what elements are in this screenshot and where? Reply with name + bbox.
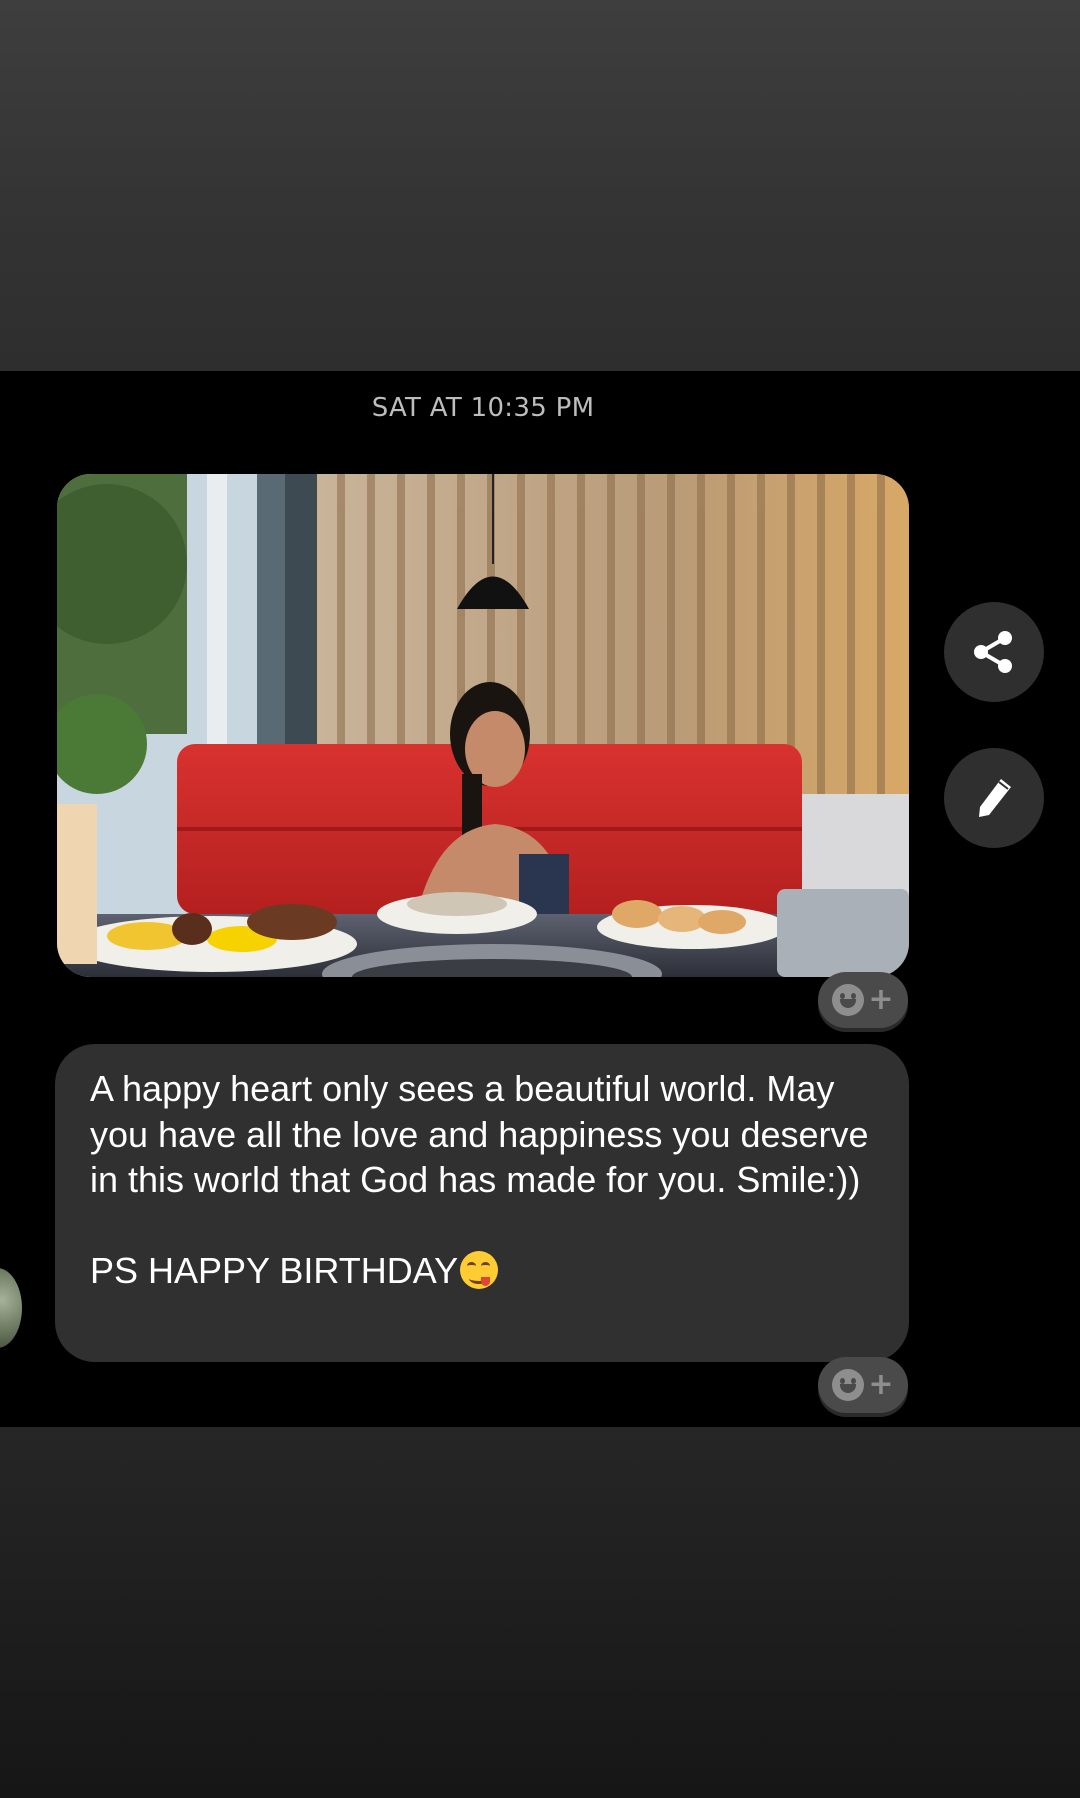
photo-image (57, 474, 909, 977)
add-reaction-icon (832, 984, 865, 1016)
add-reaction-button[interactable]: + (818, 972, 908, 1028)
face-savoring-food-emoji (460, 1251, 499, 1289)
pencil-icon (979, 779, 1011, 817)
dimmed-bottom-overlay (0, 1427, 1080, 1798)
plus-icon: + (868, 982, 894, 1017)
message-timestamp: SAT AT 10:35 PM (371, 393, 595, 423)
add-reaction-button[interactable]: + (818, 1357, 908, 1413)
chat-thread: SAT AT 10:35 PM + A happy heart only see… (0, 371, 1080, 1427)
share-button[interactable] (944, 602, 1044, 702)
share-icon (974, 631, 1012, 673)
dimmed-top-overlay (0, 0, 1080, 371)
sender-avatar[interactable] (0, 1268, 22, 1348)
text-message[interactable]: A happy heart only sees a beautiful worl… (55, 1044, 909, 1362)
add-reaction-icon (832, 1369, 865, 1401)
photo-message[interactable] (57, 474, 909, 977)
plus-icon: + (868, 1367, 894, 1402)
edit-button[interactable] (944, 748, 1044, 848)
